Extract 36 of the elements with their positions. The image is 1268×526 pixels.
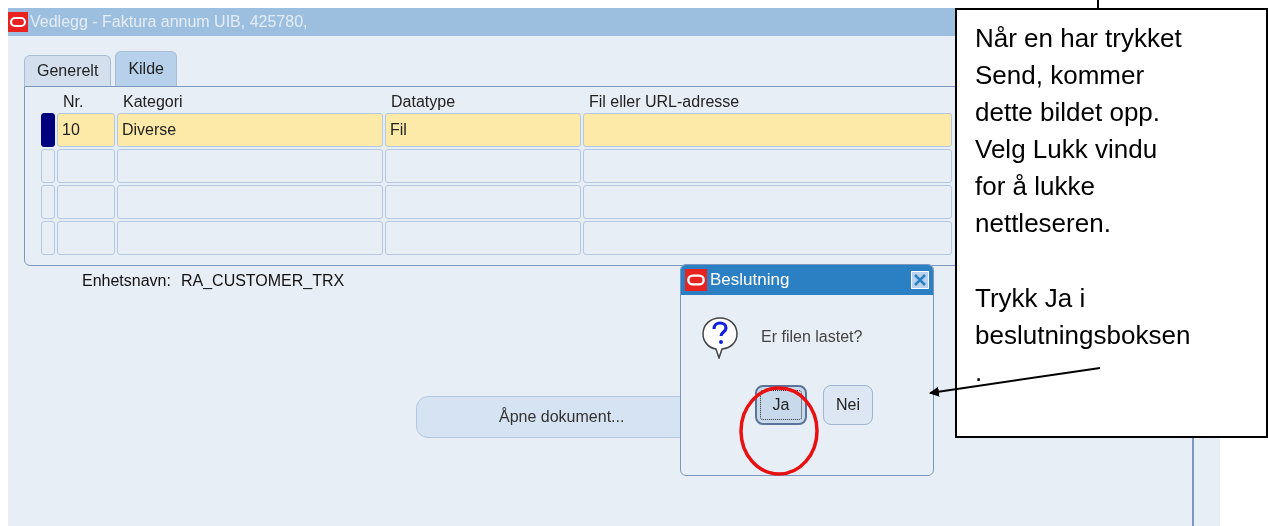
table-cell[interactable] <box>583 221 952 255</box>
question-bubble-icon <box>701 315 739 359</box>
table-cell[interactable] <box>57 149 115 183</box>
tab[interactable]: Kilde <box>115 51 177 86</box>
dialog-message: Er filen lastet? <box>761 328 863 346</box>
tab[interactable]: Generelt <box>24 55 112 86</box>
table-cell[interactable] <box>117 185 383 219</box>
table-cell[interactable]: 10 <box>57 113 115 147</box>
table-cell[interactable] <box>57 185 115 219</box>
callout-text: Trykk Ja i beslutningsboksen <box>975 282 1191 352</box>
entity-value: RA_CUSTOMER_TRX <box>180 272 345 290</box>
dialog-button[interactable]: Nei <box>823 385 873 425</box>
column-header: Datatype <box>390 92 457 111</box>
table-cell[interactable] <box>385 221 581 255</box>
dialog-title: Beslutning <box>710 270 791 290</box>
table-cell[interactable] <box>385 185 581 219</box>
window-title: Vedlegg - Faktura annum UIB, 425780, <box>30 13 308 31</box>
column-header: Nr. <box>62 92 85 111</box>
column-header: Fil eller URL-adresse <box>588 92 741 111</box>
close-icon[interactable] <box>911 271 929 289</box>
entity-label: Enhetsnavn: <box>82 272 171 290</box>
callout-period: . <box>975 356 983 389</box>
oracle-logo-icon <box>8 12 28 32</box>
callout-text: Når en har trykket Send, kommer dette bildet opp. Velg Lukk vindu for å lukke nettleseren. <box>975 22 1182 240</box>
oracle-logo-icon <box>685 269 707 291</box>
table-cell[interactable] <box>57 221 115 255</box>
table-cell[interactable] <box>583 113 952 147</box>
table-cell[interactable] <box>583 149 952 183</box>
column-header: Kategori <box>122 92 184 111</box>
table-cell[interactable] <box>583 185 952 219</box>
table-cell[interactable]: Diverse <box>117 113 383 147</box>
table-cell[interactable] <box>117 221 383 255</box>
table-cell[interactable] <box>385 149 581 183</box>
table-cell[interactable]: Fil <box>385 113 581 147</box>
table-cell[interactable] <box>117 149 383 183</box>
row-indicator[interactable] <box>41 113 55 147</box>
